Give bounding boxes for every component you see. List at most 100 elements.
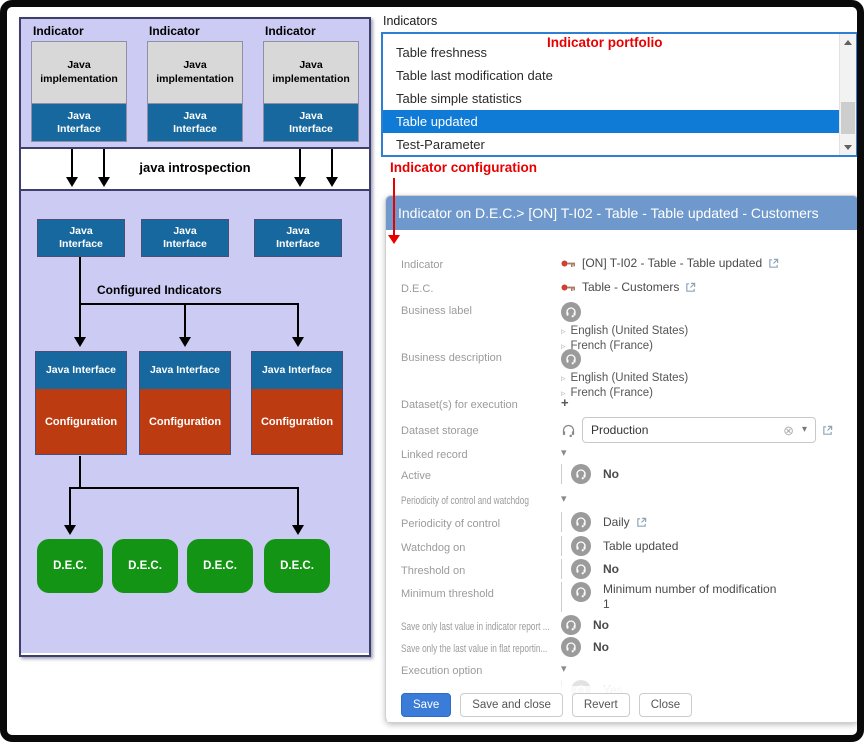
inherited-value-icon — [561, 349, 581, 369]
scroll-down-icon[interactable] — [840, 139, 856, 155]
red-arrow — [393, 178, 395, 236]
external-link-icon[interactable] — [685, 282, 696, 293]
indicator-form: Indicator on D.E.C.> [ON] T-I02 - Table … — [385, 195, 859, 723]
save-and-close-button[interactable]: Save and close — [460, 693, 563, 717]
configuration-box: Configuration — [140, 389, 230, 454]
locale-row[interactable]: ▹English (United States) — [561, 325, 688, 337]
field-value: Daily — [603, 515, 630, 529]
form-row-business-description: Business description ▹English (United St… — [401, 349, 850, 399]
screenshot-frame: Indicator Java implementation Java Inter… — [0, 0, 864, 742]
close-button[interactable]: Close — [639, 693, 692, 717]
field-label: Dataset(s) for execution — [401, 396, 561, 411]
external-link-icon[interactable] — [822, 425, 833, 436]
indicators-listbox[interactable]: Table freshness Table last modification … — [381, 32, 858, 157]
form-row-save-last-indicator-report: Save only last value in indicator report… — [401, 615, 850, 635]
indicator-unit: Indicator Java implementation Java Inter… — [147, 22, 243, 147]
field-label: Indicator — [401, 256, 561, 271]
chevron-down-icon[interactable]: ▾ — [802, 425, 807, 435]
indicator-unit-title: Indicator — [265, 24, 359, 38]
scrollbar[interactable] — [839, 34, 856, 155]
chevron-down-icon[interactable]: ▾ — [561, 492, 567, 505]
java-interface-box: Java Interface — [32, 104, 126, 141]
field-value: No — [593, 640, 609, 654]
java-interface-box: Java Interface — [37, 219, 125, 257]
java-implementation-box: Java implementation — [32, 42, 126, 104]
java-implementation-box: Java implementation — [148, 42, 242, 104]
dataset-storage-combobox[interactable]: Production ⊗ ▾ — [582, 417, 816, 443]
indicator-configuration-annotation: Indicator configuration — [390, 160, 537, 175]
expand-triangle-icon[interactable]: ▹ — [561, 327, 566, 336]
external-link-icon[interactable] — [768, 258, 779, 269]
form-row-watchdog-on: Watchdog on Table updated — [401, 536, 850, 556]
configuration-box: Configuration — [252, 389, 342, 454]
list-item[interactable]: Table simple statistics — [383, 87, 839, 110]
configuration-box: Configuration — [36, 389, 126, 454]
java-interface-box: Java Interface — [36, 352, 126, 389]
scrollbar-thumb[interactable] — [841, 102, 855, 134]
field-label: Watchdog on — [401, 536, 561, 554]
form-row-datasets-for-execution: Dataset(s) for execution + — [401, 396, 850, 411]
inherited-value-icon — [571, 559, 591, 579]
form-row-linked-record[interactable]: Linked record ▾ — [401, 446, 850, 461]
field-label: Business label — [401, 302, 561, 317]
field-label: Dataset storage — [401, 417, 561, 437]
inherited-value-icon — [561, 302, 581, 322]
revert-button[interactable]: Revert — [572, 693, 630, 717]
inherited-value-icon — [561, 615, 581, 635]
chevron-down-icon[interactable]: ▾ — [561, 446, 567, 459]
arrow-down — [79, 303, 81, 337]
save-button[interactable]: Save — [401, 693, 451, 717]
locale-row[interactable]: ▹English (United States) — [561, 372, 688, 384]
headset-icon — [561, 423, 576, 438]
combobox-value: Production — [591, 423, 648, 437]
field-label: Business description — [401, 349, 561, 364]
field-label: Minimum threshold — [401, 582, 561, 600]
form-row-save-last-flat-reporting: Save only the last value in flat reporti… — [401, 637, 850, 657]
chevron-down-icon[interactable]: ▾ — [561, 662, 567, 675]
group-label: Periodicity of control and watchdog — [401, 492, 521, 507]
clear-icon[interactable]: ⊗ — [783, 424, 794, 437]
field-label: Save only the last value in flat reporti… — [401, 637, 521, 655]
group-label: Linked record — [401, 446, 561, 461]
form-row-active: Active No — [401, 464, 850, 484]
field-value: [ON] T-I02 - Table - Table updated — [582, 256, 762, 270]
indicators-panel: Indicator Java implementation Java Inter… — [21, 19, 369, 149]
external-link-icon[interactable] — [636, 517, 647, 528]
dec-box: D.E.C. — [264, 539, 330, 593]
form-row-dec: D.E.C. Table - Customers — [401, 280, 850, 295]
architecture-diagram: Indicator Java implementation Java Inter… — [19, 17, 371, 657]
form-row-indicator: Indicator [ON] T-I02 - Table - Table upd… — [401, 256, 850, 271]
field-value: Table updated — [603, 539, 678, 553]
java-interface-box: Java Interface — [141, 219, 229, 257]
scroll-up-icon[interactable] — [840, 34, 856, 50]
configured-indicators-label: Configured Indicators — [97, 283, 222, 297]
form-row-execution-option[interactable]: Execution option ▾ — [401, 662, 850, 677]
foreign-key-icon — [561, 283, 576, 292]
inherited-value-icon — [571, 464, 591, 484]
dec-box: D.E.C. — [187, 539, 253, 593]
indicator-unit: Indicator Java implementation Java Inter… — [31, 22, 127, 147]
form-row-dataset-storage: Dataset storage Production ⊗ ▾ — [401, 417, 850, 443]
indicator-unit-title: Indicator — [33, 24, 127, 38]
form-title: Indicator on D.E.C.> [ON] T-I02 - Table … — [386, 196, 858, 230]
java-introspection-label: java introspection — [21, 160, 369, 175]
inherited-value-icon — [571, 582, 591, 602]
java-interface-box: Java Interface — [140, 352, 230, 389]
add-icon[interactable]: + — [561, 396, 569, 409]
field-label: Threshold on — [401, 559, 561, 577]
configured-indicator-unit: Java Interface Configuration — [35, 351, 127, 455]
configured-indicators-panel: Java Interface Java Interface Java Inter… — [21, 189, 369, 653]
indicator-unit: Indicator Java implementation Java Inter… — [263, 22, 359, 147]
form-row-business-label: Business label ▹English (United States) … — [401, 302, 850, 352]
arrow-down — [69, 487, 71, 525]
list-item[interactable]: Test-Parameter — [383, 133, 839, 155]
field-label: D.E.C. — [401, 280, 561, 295]
indicators-list-label: Indicators — [383, 14, 437, 28]
form-row-threshold-on: Threshold on No — [401, 559, 850, 579]
introspection-band: java introspection — [21, 149, 369, 189]
expand-triangle-icon[interactable]: ▹ — [561, 374, 566, 383]
list-item[interactable]: Table last modification date — [383, 64, 839, 87]
java-interface-box: Java Interface — [264, 104, 358, 141]
list-item-selected[interactable]: Table updated — [383, 110, 839, 133]
form-row-periodicity-group[interactable]: Periodicity of control and watchdog ▾ — [401, 492, 850, 507]
